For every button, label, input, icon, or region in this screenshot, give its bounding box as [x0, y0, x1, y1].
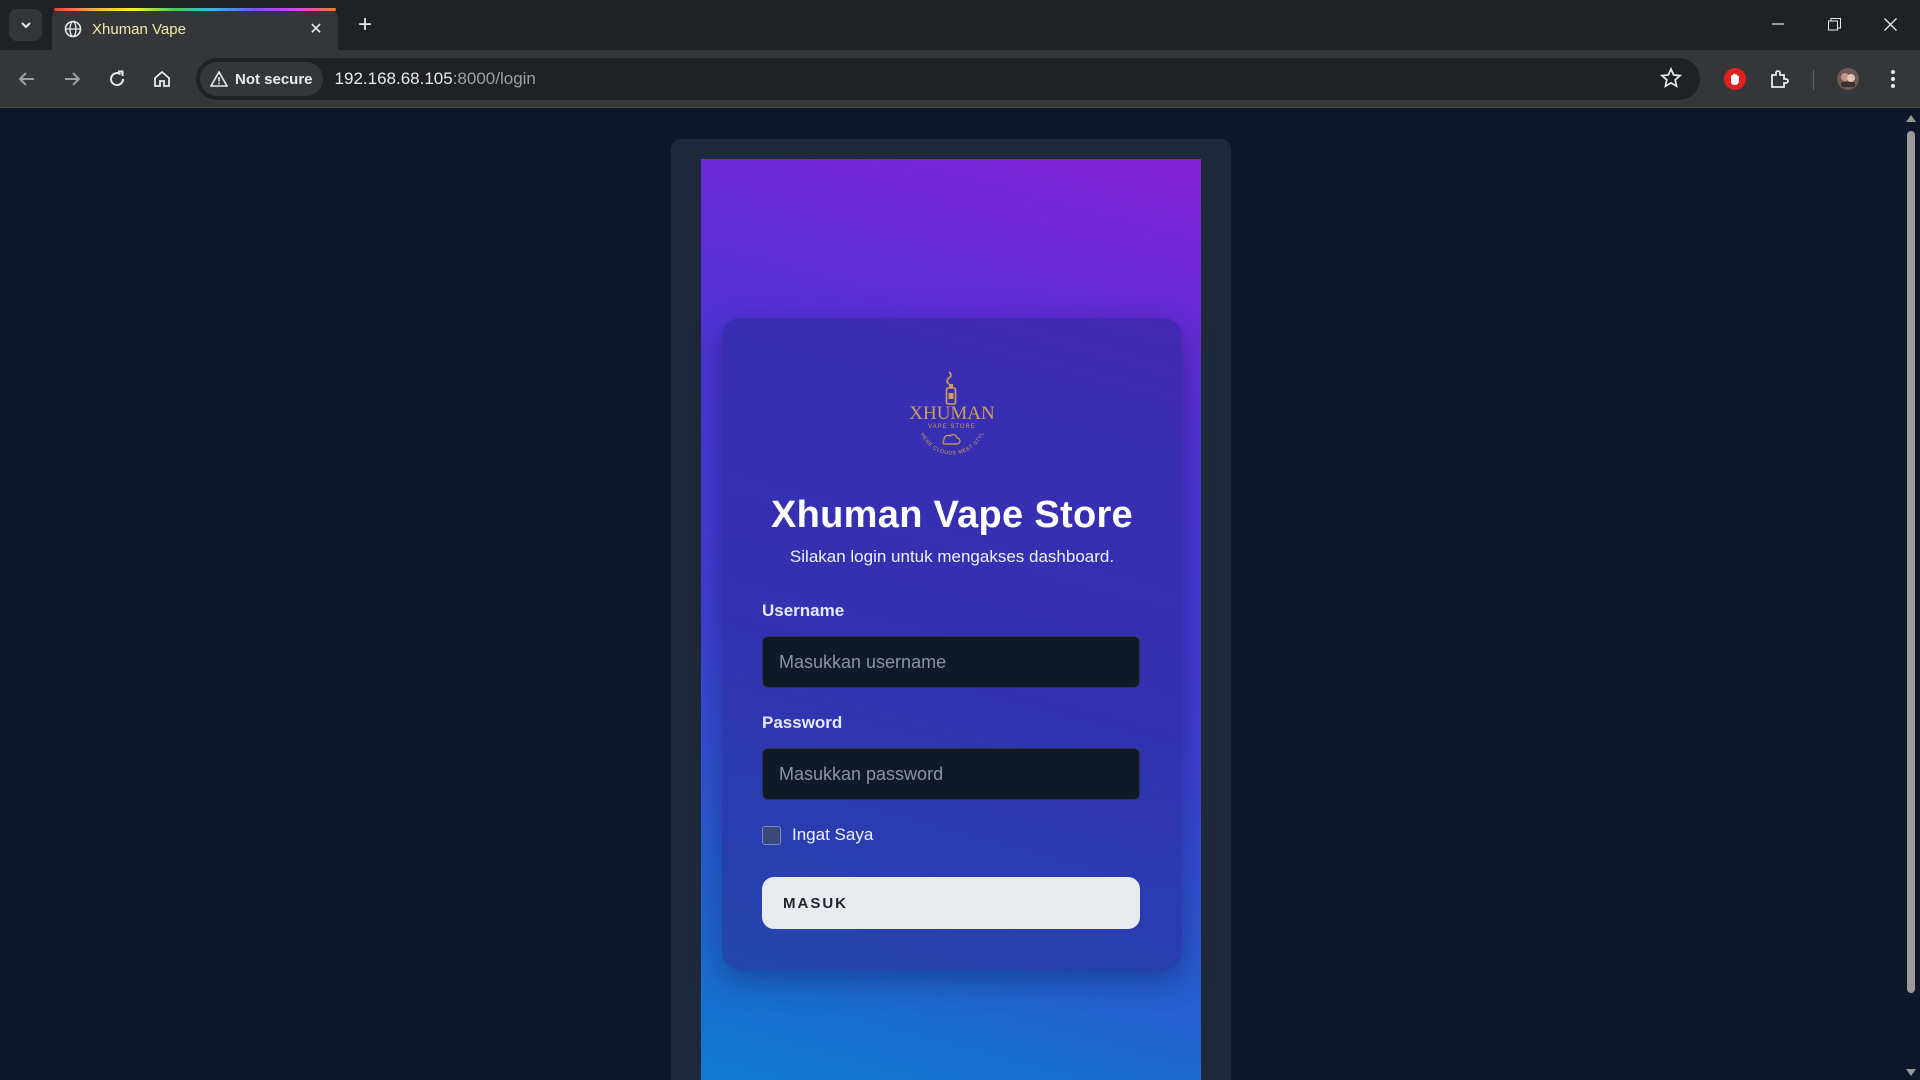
reload-icon: [110, 70, 125, 87]
url-host: 192.168.68.105: [334, 69, 453, 88]
security-chip[interactable]: Not secure: [200, 62, 323, 96]
scroll-down-arrow-icon[interactable]: [1906, 1069, 1916, 1076]
scroll-up-arrow-icon[interactable]: [1906, 115, 1916, 122]
arrow-right-icon: [65, 72, 81, 86]
profile-avatar[interactable]: [1831, 62, 1865, 96]
close-icon[interactable]: ✕: [306, 19, 326, 39]
password-input[interactable]: [762, 748, 1140, 800]
close-window-button[interactable]: [1870, 8, 1910, 40]
logo-text: XHUMAN: [909, 403, 995, 424]
back-button[interactable]: [10, 62, 44, 96]
username-input[interactable]: [762, 636, 1140, 688]
logo-subtext: VAPE STORE: [928, 424, 976, 430]
kebab-menu-icon: [1891, 70, 1895, 88]
username-label: Username: [762, 601, 845, 620]
home-button[interactable]: [145, 62, 179, 96]
toolbar-divider: [1813, 70, 1814, 90]
arrow-left-icon: [18, 72, 34, 86]
home-icon: [154, 70, 170, 87]
tab-search-button[interactable]: [9, 9, 42, 41]
bookmark-star-icon[interactable]: [1659, 66, 1683, 94]
globe-icon: [64, 20, 82, 38]
reload-button[interactable]: [100, 62, 134, 96]
extensions-puzzle-icon[interactable]: [1763, 62, 1797, 96]
adblock-extension-icon[interactable]: [1718, 62, 1752, 96]
tab-strip: Xhuman Vape ✕ +: [0, 0, 1920, 50]
login-card: XHUMAN VAPE STORE WHERE CLOUDS MEET STYL…: [722, 318, 1182, 970]
restore-icon: [1827, 17, 1841, 30]
security-label: Not secure: [235, 70, 313, 88]
password-label: Password: [762, 713, 843, 732]
new-tab-button[interactable]: +: [348, 9, 382, 41]
restore-button[interactable]: [1814, 8, 1854, 40]
minimize-button[interactable]: [1758, 8, 1798, 40]
login-frame: XHUMAN VAPE STORE WHERE CLOUDS MEET STYL…: [671, 139, 1231, 1080]
address-bar[interactable]: Not secure 192.168.68.105:8000/login: [196, 58, 1700, 100]
browser-menu-button[interactable]: [1876, 62, 1910, 96]
page-subtitle: Silakan login untuk mengakses dashboard.: [789, 547, 1115, 566]
tab-title: Xhuman Vape: [92, 20, 186, 38]
minimize-icon: [1772, 23, 1784, 25]
page-viewport: XHUMAN VAPE STORE WHERE CLOUDS MEET STYL…: [0, 109, 1902, 1080]
xhuman-logo: XHUMAN VAPE STORE WHERE CLOUDS MEET STYL…: [902, 370, 995, 457]
page-title: Xhuman Vape Store: [771, 494, 1133, 536]
remember-me-row[interactable]: Ingat Saya: [762, 825, 873, 845]
login-button[interactable]: MASUK: [762, 877, 1140, 929]
chevron-down-icon: [20, 22, 31, 29]
close-icon: [1883, 17, 1897, 31]
tab-xhuman-vape[interactable]: Xhuman Vape ✕: [52, 8, 338, 50]
warning-icon: [210, 71, 228, 87]
browser-toolbar: Not secure 192.168.68.105:8000/login: [0, 50, 1920, 108]
page-scrollbar[interactable]: [1902, 109, 1920, 1080]
url-text: 192.168.68.105:8000/login: [335, 69, 536, 89]
remember-me-label[interactable]: Ingat Saya: [792, 825, 873, 845]
url-path: :8000/login: [452, 69, 536, 88]
scroll-thumb[interactable]: [1907, 131, 1915, 993]
remember-me-checkbox[interactable]: [762, 825, 781, 845]
forward-button[interactable]: [55, 62, 89, 96]
gradient-panel: XHUMAN VAPE STORE WHERE CLOUDS MEET STYL…: [701, 159, 1201, 1080]
